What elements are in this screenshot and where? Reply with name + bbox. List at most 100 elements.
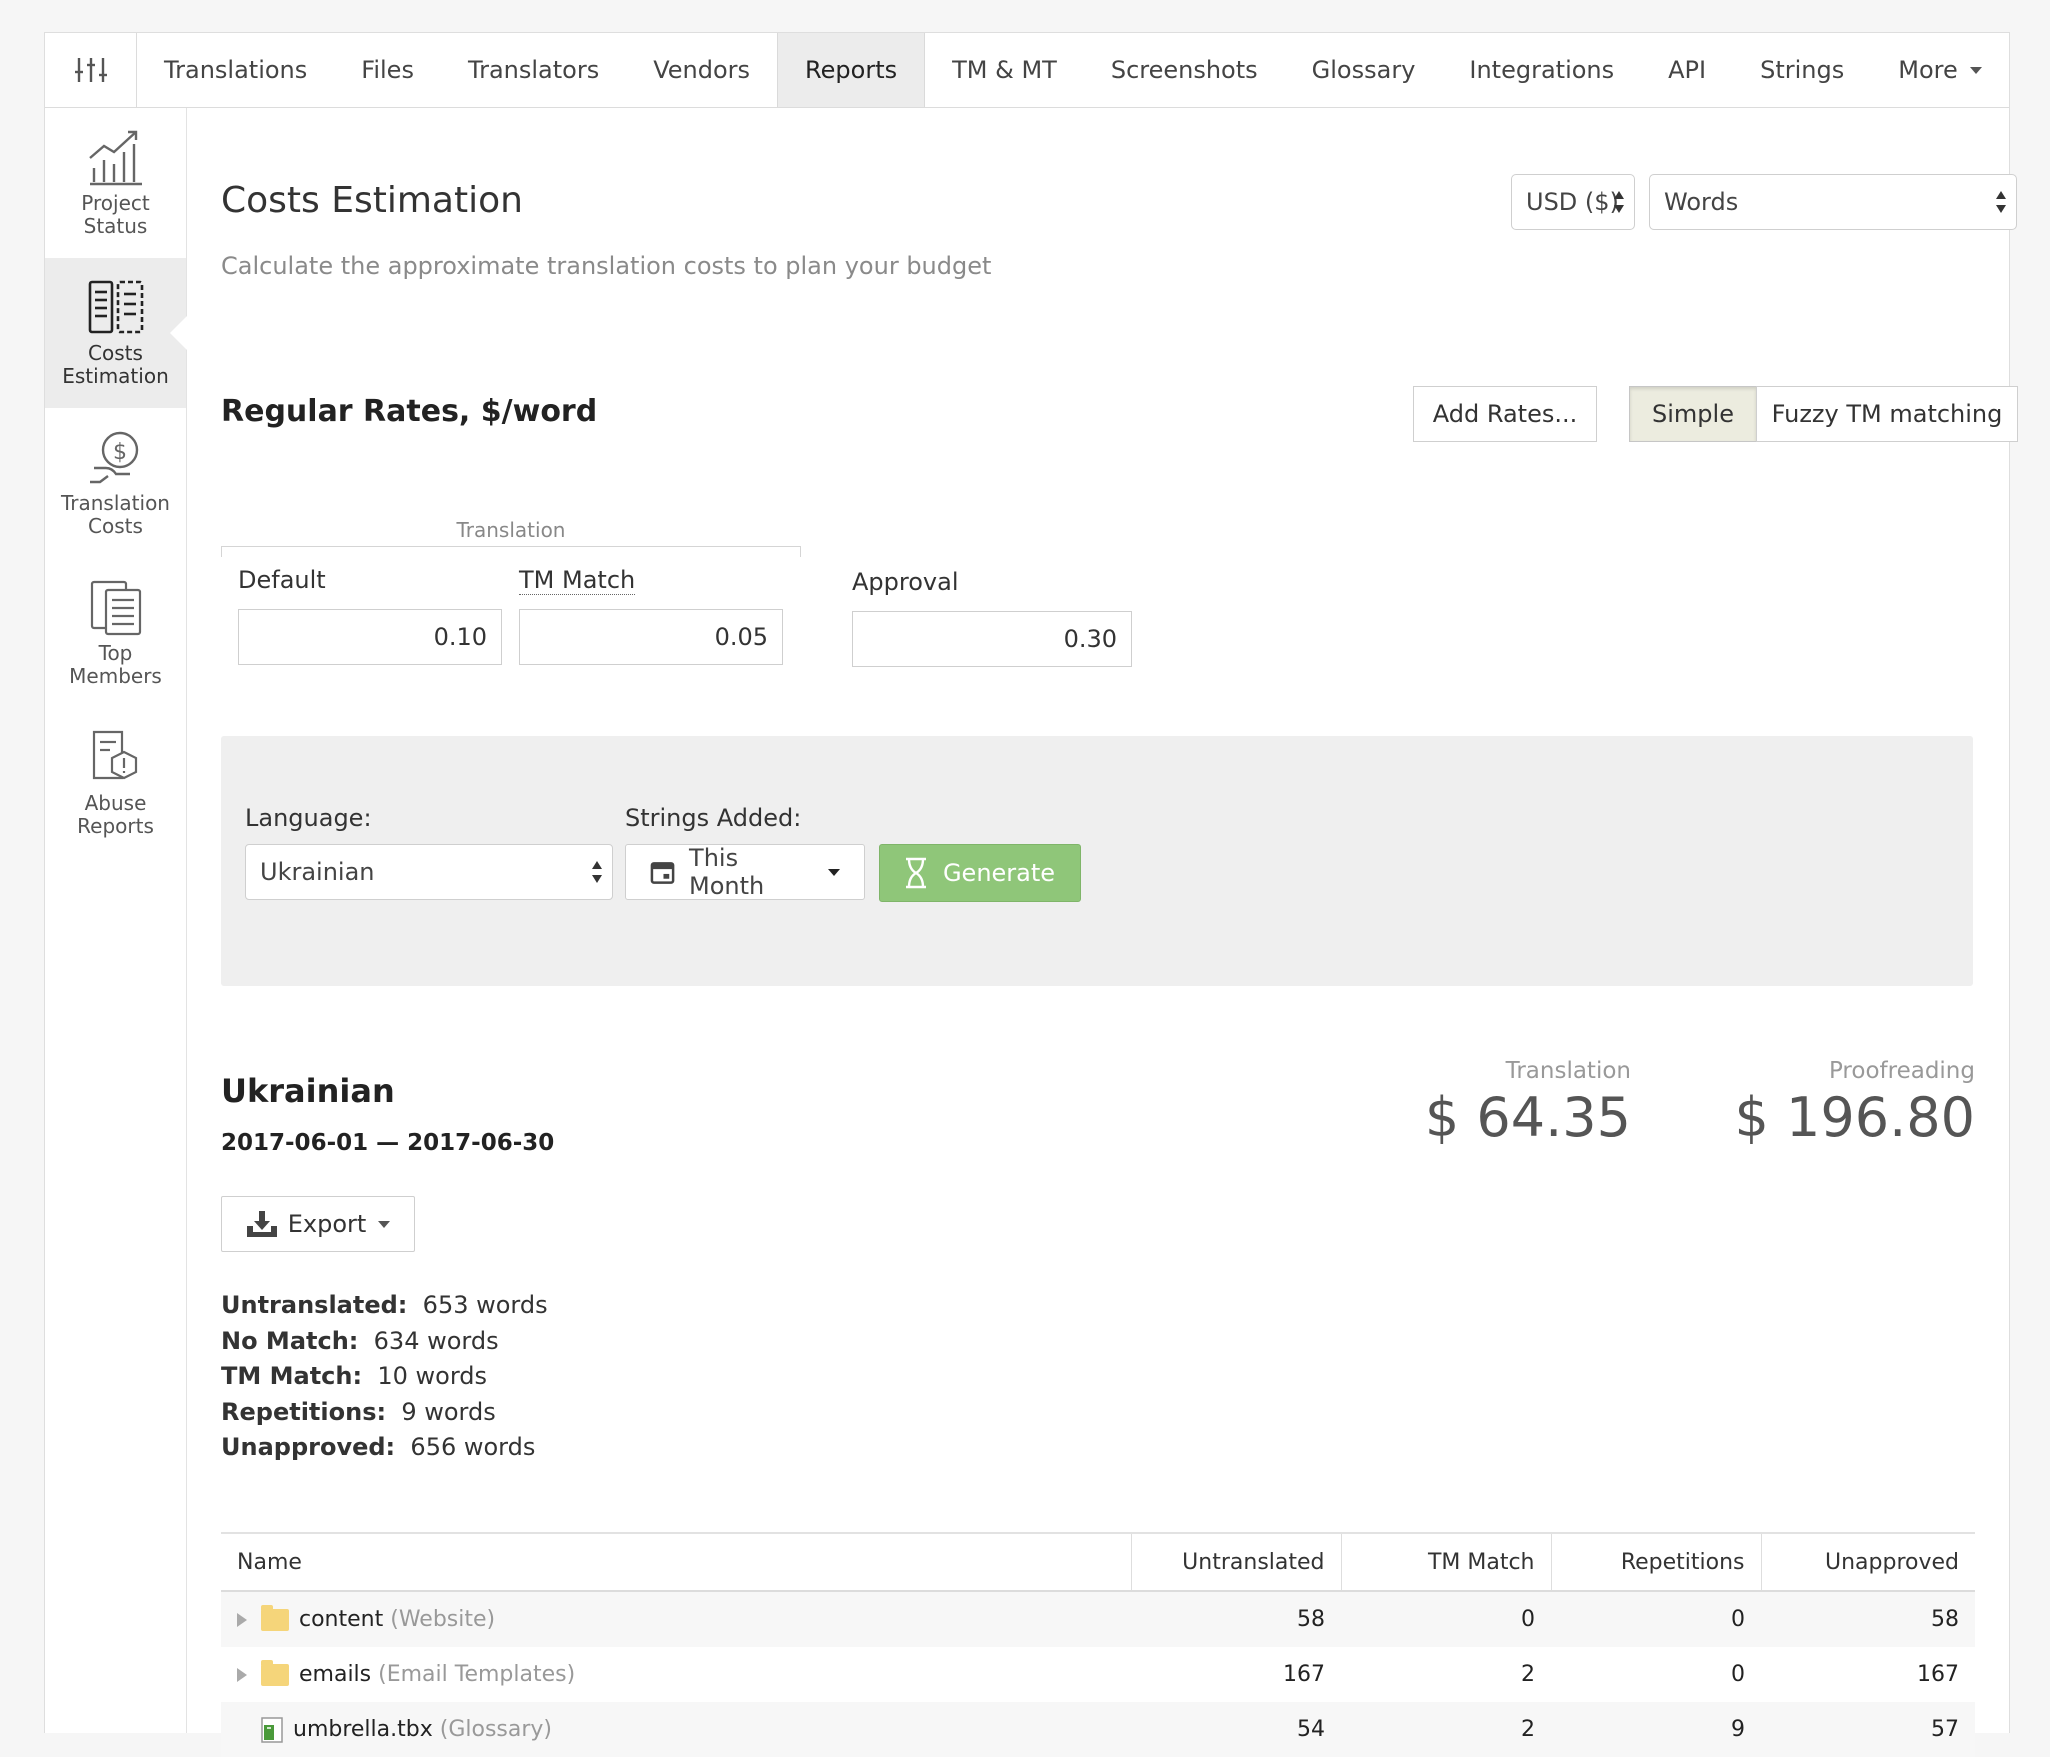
sidebar-label: Costs	[88, 514, 143, 538]
generate-button[interactable]: Generate	[879, 844, 1081, 902]
expand-arrow-icon[interactable]	[237, 1668, 247, 1682]
tm-match-rate-label: TM Match	[519, 566, 636, 595]
translation-group-bracket	[221, 546, 801, 557]
stat-label: TM Match:	[221, 1362, 363, 1390]
period-dropdown[interactable]: This Month	[625, 844, 865, 900]
tm-match-rate-input[interactable]: 0.05	[519, 609, 783, 665]
approval-rate-label: Approval	[852, 568, 959, 596]
caret-down-icon	[378, 1220, 391, 1228]
caret-down-icon	[828, 868, 840, 876]
select-arrows-icon	[1996, 191, 2006, 213]
sidebar-item-costs-estimation[interactable]: Costs Estimation	[45, 258, 187, 408]
money-hand-icon: $	[89, 431, 138, 484]
more-label: More	[1898, 56, 1958, 84]
warning-document-icon	[92, 730, 137, 780]
default-rate-label: Default	[238, 566, 326, 594]
expand-arrow-icon[interactable]	[237, 1613, 247, 1627]
column-header-tm-match[interactable]: TM Match	[1340, 1532, 1551, 1592]
settings-sliders-icon[interactable]	[45, 33, 137, 107]
language-value: Ukrainian	[260, 858, 375, 886]
tab-tm-mt[interactable]: TM & MT	[925, 33, 1084, 107]
file-type: (Glossary)	[439, 1716, 553, 1742]
tab-glossary[interactable]: Glossary	[1285, 33, 1443, 107]
table-row[interactable]: content (Website) 58 0 0 58	[221, 1591, 1975, 1647]
chart-icon	[88, 130, 142, 186]
caret-down-icon	[1969, 66, 1982, 74]
language-label: Language:	[245, 804, 372, 832]
tab-translations[interactable]: Translations	[137, 33, 334, 107]
default-rate-input[interactable]: 0.10	[238, 609, 502, 665]
cell-untranslated: 167	[1283, 1662, 1325, 1687]
column-header-unapproved[interactable]: Unapproved	[1760, 1532, 1975, 1592]
stat-value: 656 words	[410, 1433, 536, 1461]
calculator-icon	[88, 280, 143, 334]
tab-files[interactable]: Files	[334, 33, 441, 107]
tab-screenshots[interactable]: Screenshots	[1084, 33, 1285, 107]
top-nav: Translations Files Translators Vendors R…	[45, 33, 2009, 108]
table-row[interactable]: emails (Email Templates) 167 2 0 167	[221, 1647, 1975, 1702]
cell-tm-match: 0	[1341, 1591, 1551, 1647]
proofreading-cost-value: $ 196.80	[1734, 1086, 1975, 1149]
result-language: Ukrainian	[221, 1072, 395, 1110]
column-header-repetitions[interactable]: Repetitions	[1550, 1532, 1761, 1592]
tab-vendors[interactable]: Vendors	[626, 33, 777, 107]
file-name: umbrella.tbx	[293, 1716, 433, 1742]
table-row[interactable]: umbrella.tbx (Glossary) 54 2 9 57	[221, 1702, 1975, 1757]
column-header-untranslated[interactable]: Untranslated	[1130, 1532, 1341, 1592]
svg-text:$: $	[113, 440, 127, 465]
stat-untranslated: Untranslated: 653 words	[221, 1288, 548, 1324]
cell-repetitions: 9	[1551, 1702, 1761, 1757]
mode-simple-button[interactable]: Simple	[1629, 386, 1757, 442]
cell-unapproved: 57	[1761, 1702, 1975, 1757]
sidebar-label: Status	[83, 214, 148, 238]
report-filter-panel: Language: Ukrainian Strings Added: This …	[221, 736, 1973, 986]
sidebar-item-project-status[interactable]: Project Status	[45, 108, 186, 258]
stat-label: Untranslated:	[221, 1291, 408, 1319]
file-type: (Email Templates)	[378, 1662, 576, 1687]
select-arrows-icon	[1614, 191, 1624, 213]
tab-reports[interactable]: Reports	[777, 33, 926, 107]
sidebar-label: Members	[69, 664, 162, 688]
stat-value: 634 words	[373, 1326, 499, 1355]
export-button[interactable]: Export	[221, 1196, 415, 1252]
tab-more[interactable]: More	[1871, 33, 2009, 107]
main-content: Costs Estimation Calculate the approxima…	[221, 108, 2018, 1757]
currency-select[interactable]: USD ($)	[1511, 174, 1635, 230]
file-name: content	[299, 1607, 384, 1632]
sidebar-label: Reports	[77, 814, 154, 838]
language-select[interactable]: Ukrainian	[245, 844, 613, 900]
stat-no-match: No Match: 634 words	[221, 1324, 548, 1360]
tab-strings[interactable]: Strings	[1733, 33, 1871, 107]
proofreading-cost-label: Proofreading	[1828, 1058, 1975, 1084]
calendar-icon	[650, 862, 675, 884]
word-stats: Untranslated: 653 words No Match: 634 wo…	[221, 1288, 548, 1466]
glossary-file-icon	[261, 1716, 283, 1743]
stat-label: Repetitions:	[221, 1397, 387, 1426]
period-value: This Month	[689, 844, 765, 900]
approval-rate-input[interactable]: 0.30	[852, 611, 1132, 667]
add-rates-button[interactable]: Add Rates...	[1413, 386, 1597, 442]
unit-select[interactable]: Words	[1649, 174, 2017, 230]
currency-value: USD ($)	[1526, 188, 1619, 216]
translation-cost-value: $ 64.35	[1424, 1086, 1631, 1149]
tab-translators[interactable]: Translators	[441, 33, 626, 107]
tab-integrations[interactable]: Integrations	[1442, 33, 1641, 107]
sidebar-label: Costs	[88, 341, 143, 365]
sidebar-item-abuse-reports[interactable]: Abuse Reports	[45, 708, 186, 858]
rates-title: Regular Rates, $/word	[221, 394, 598, 429]
sidebar-label: Abuse	[84, 791, 147, 815]
sidebar-label: Project	[81, 191, 150, 215]
sidebar-item-translation-costs[interactable]: $ Translation Costs	[45, 408, 186, 558]
sidebar-item-top-members[interactable]: Top Members	[45, 558, 186, 708]
column-header-name[interactable]: Name	[221, 1532, 1131, 1592]
sidebar-label: Top	[98, 641, 133, 665]
stat-repetitions: Repetitions: 9 words	[221, 1395, 548, 1431]
stat-label: Unapproved:	[221, 1433, 396, 1461]
stat-value: 9 words	[401, 1397, 496, 1426]
export-label: Export	[287, 1210, 367, 1238]
mode-fuzzy-button[interactable]: Fuzzy TM matching	[1756, 386, 2018, 442]
download-tray-icon	[246, 1211, 277, 1237]
tab-api[interactable]: API	[1641, 33, 1733, 107]
files-table: Name Untranslated TM Match Repetitions U…	[221, 1532, 1975, 1757]
translation-group-label: Translation	[456, 518, 566, 542]
